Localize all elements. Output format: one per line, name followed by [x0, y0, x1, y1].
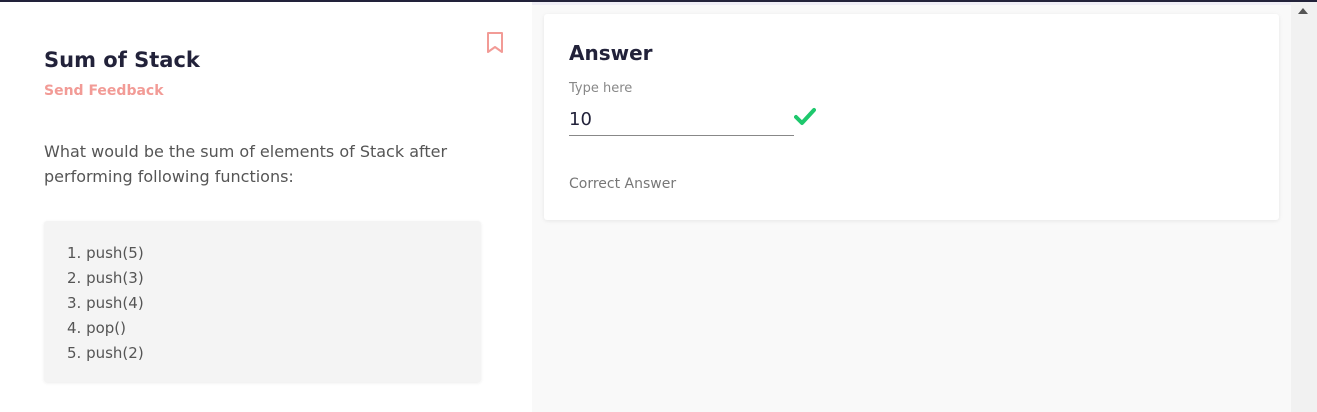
result-label: Correct Answer — [569, 176, 677, 192]
answer-heading: Answer — [569, 41, 653, 65]
answer-panel: Answer Type here Correct Answer — [532, 2, 1291, 412]
steps-list: 1. push(5) 2. push(3) 3. push(4) 4. pop(… — [67, 241, 481, 366]
step-item: 5. push(2) — [67, 344, 144, 362]
step-item: 4. pop() — [67, 319, 127, 337]
scrollbar[interactable] — [1291, 2, 1317, 412]
panel-divider — [532, 2, 1291, 5]
scroll-up-arrow-icon[interactable] — [1298, 8, 1308, 14]
check-icon — [794, 107, 816, 127]
answer-card: Answer Type here Correct Answer — [544, 14, 1279, 220]
question-title: Sum of Stack — [44, 48, 200, 72]
step-item: 2. push(3) — [67, 269, 144, 287]
input-label: Type here — [569, 81, 633, 96]
step-item: 1. push(5) — [67, 244, 144, 262]
steps-box: 1. push(5) 2. push(3) 3. push(4) 4. pop(… — [44, 221, 481, 382]
question-panel: Sum of Stack Send Feedback What would be… — [0, 2, 532, 412]
bookmark-icon[interactable] — [486, 32, 504, 54]
answer-input[interactable] — [569, 104, 794, 136]
send-feedback-link[interactable]: Send Feedback — [44, 83, 164, 99]
step-item: 3. push(4) — [67, 294, 144, 312]
question-text: What would be the sum of elements of Sta… — [44, 142, 448, 186]
